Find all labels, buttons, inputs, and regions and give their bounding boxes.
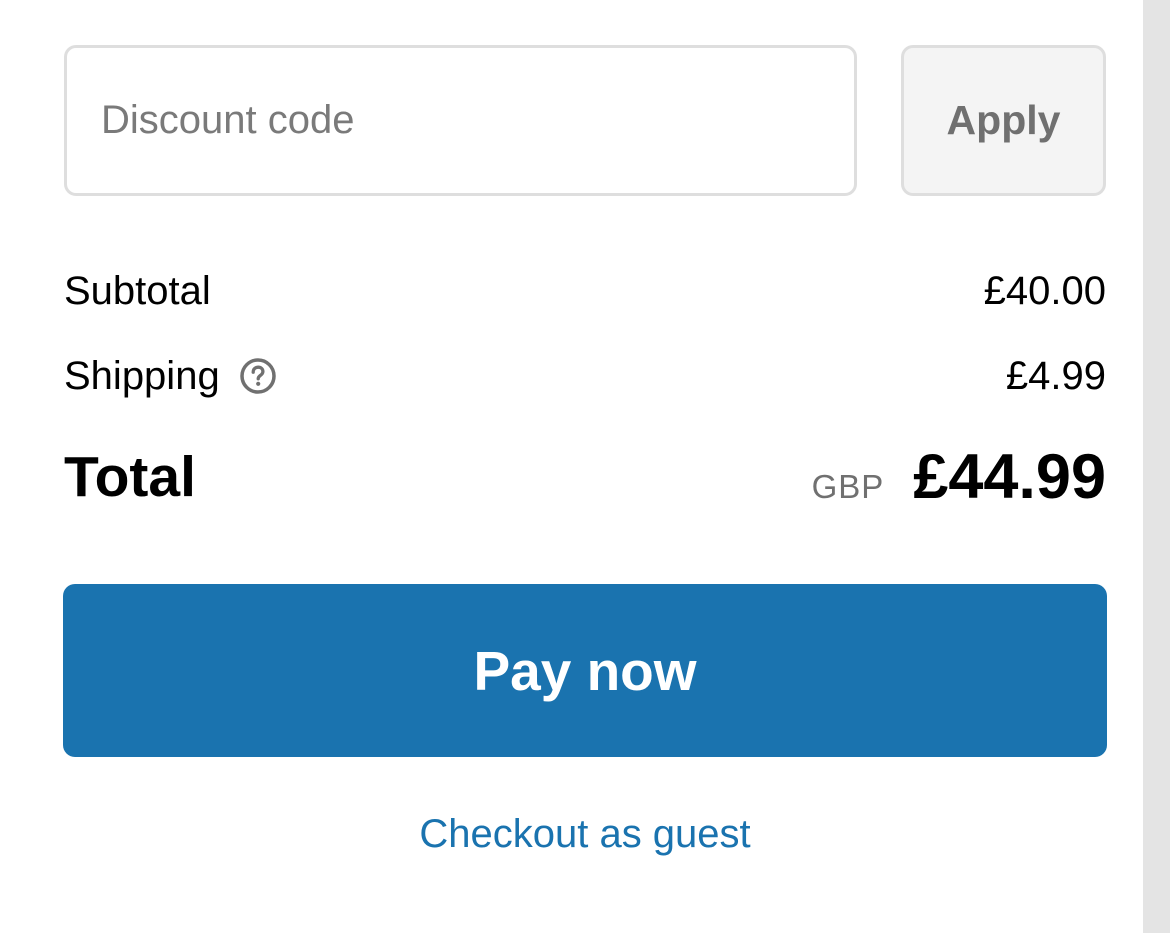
- page-edge: [1143, 0, 1170, 933]
- total-amount: £44.99: [913, 442, 1106, 512]
- checkout-as-guest-label: Checkout as guest: [419, 812, 751, 856]
- checkout-as-guest-link[interactable]: Checkout as guest: [0, 812, 1170, 857]
- pay-now-button[interactable]: Pay now: [63, 584, 1107, 757]
- total-amount-group: GBP £44.99: [812, 441, 1106, 513]
- shipping-amount: £4.99: [1005, 353, 1106, 398]
- shipping-label-group: Shipping: [64, 354, 277, 399]
- question-circle-icon[interactable]: [239, 357, 277, 395]
- shipping-row: Shipping £4.99: [64, 347, 1106, 405]
- subtotal-row: Subtotal £40.00: [64, 262, 1106, 320]
- total-label: Total: [64, 445, 196, 509]
- pay-now-label: Pay now: [473, 639, 697, 702]
- subtotal-amount: £40.00: [983, 268, 1106, 313]
- shipping-label: Shipping: [64, 353, 220, 398]
- currency-code: GBP: [811, 468, 885, 505]
- apply-discount-button[interactable]: Apply: [901, 45, 1106, 196]
- total-row: Total GBP £44.99: [64, 438, 1106, 516]
- discount-code-input[interactable]: [64, 45, 857, 196]
- subtotal-label: Subtotal: [64, 268, 211, 313]
- apply-button-label: Apply: [946, 97, 1061, 143]
